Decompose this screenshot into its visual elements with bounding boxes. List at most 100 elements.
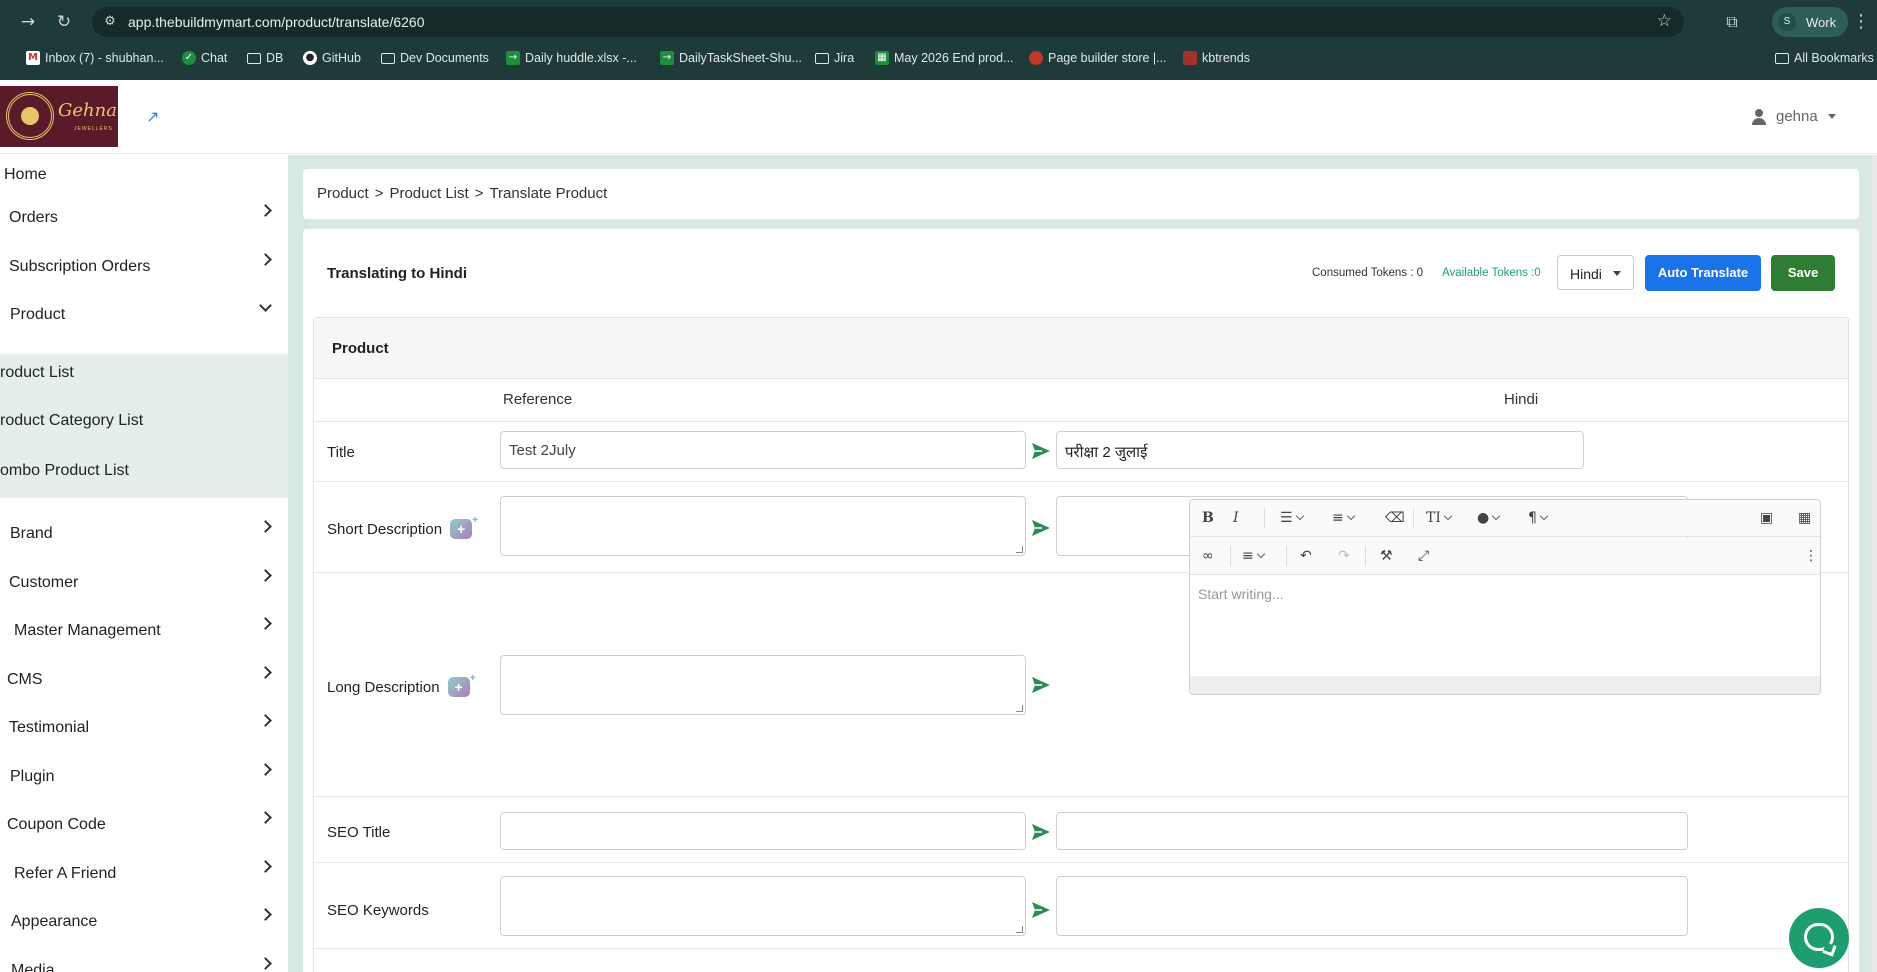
username: gehna	[1776, 108, 1818, 125]
send-icon[interactable]	[1031, 823, 1051, 841]
bookmark-db[interactable]: DB	[247, 49, 283, 67]
target-title-field[interactable]: परीक्षा 2 जुलाई	[1056, 431, 1584, 469]
site-settings-icon[interactable]: ⚙	[100, 12, 120, 32]
url-text[interactable]: app.thebuildmymart.com/product/translate…	[128, 14, 425, 30]
sidebar-item-plugin[interactable]: Plugin	[0, 757, 288, 797]
external-link-icon[interactable]: ↗	[146, 107, 159, 126]
sidebar-item-home[interactable]: Home	[0, 155, 288, 195]
sidebar-item-product-list[interactable]: roduct List	[0, 354, 288, 402]
chevron-down-icon	[259, 299, 272, 312]
reference-long-description-field[interactable]	[500, 655, 1026, 715]
sidebar-item-brand[interactable]: Brand	[0, 514, 288, 554]
reload-icon[interactable]: ↻	[52, 10, 76, 34]
bold-icon[interactable]: B	[1202, 508, 1214, 528]
row-label-text: Long Description	[327, 678, 440, 696]
send-icon[interactable]	[1031, 519, 1051, 537]
row-label-text: SEO Keywords	[327, 902, 429, 919]
chevron-right-icon	[259, 204, 272, 217]
bookmark-chat[interactable]: ✓ Chat	[182, 49, 227, 67]
send-icon[interactable]	[1031, 442, 1051, 460]
chevron-right-icon	[259, 860, 272, 873]
sidebar-item-combo-product-list[interactable]: ombo Product List	[0, 450, 288, 498]
bookmark-inbox[interactable]: M Inbox (7) - shubhan...	[26, 49, 164, 67]
font-size-icon[interactable]: TI	[1426, 508, 1453, 528]
numbered-list-icon[interactable]: ≡	[1332, 508, 1355, 528]
table-icon[interactable]: ▦	[1798, 508, 1811, 528]
bookmark-kbtrends[interactable]: kbtrends	[1183, 49, 1250, 67]
fullscreen-icon[interactable]: ⤢	[1418, 546, 1429, 566]
bookmark-daily-huddle[interactable]: → Daily huddle.xlsx -...	[506, 49, 637, 67]
browser-menu-icon[interactable]: ⋮	[1852, 10, 1870, 34]
align-icon[interactable]: ≡	[1242, 546, 1265, 566]
page-scrollbar[interactable]	[1872, 155, 1877, 972]
paragraph-icon[interactable]: ¶	[1528, 508, 1549, 528]
sidebar-item-label: roduct List	[0, 364, 74, 381]
undo-icon[interactable]: ↶	[1300, 546, 1312, 566]
breadcrumb-product[interactable]: Product	[317, 185, 369, 202]
bullet-list-icon[interactable]: ☰	[1280, 508, 1304, 528]
bookmark-dev-documents[interactable]: Dev Documents	[381, 49, 489, 67]
italic-icon[interactable]: I	[1233, 508, 1239, 528]
forward-icon[interactable]: →	[16, 10, 40, 34]
bookmark-label: All Bookmarks	[1794, 51, 1874, 65]
sidebar-item-testimonial[interactable]: Testimonial	[0, 708, 288, 748]
extensions-icon[interactable]: ⧉	[1720, 10, 1744, 34]
bookmark-may-2026[interactable]: ▦ May 2026 End prod...	[875, 49, 1014, 67]
profile-button[interactable]: S Work	[1772, 7, 1848, 37]
row-label-short-description: Short Description +	[327, 511, 478, 539]
sidebar-item-orders[interactable]: Orders	[0, 198, 288, 238]
sheets-icon: ▦	[875, 51, 889, 65]
toolbar-separator	[1365, 546, 1366, 566]
sidebar-item-cms[interactable]: CMS	[0, 660, 288, 700]
sidebar-item-coupon-code[interactable]: Coupon Code	[0, 805, 288, 845]
text-color-icon[interactable]: ●	[1477, 508, 1501, 528]
send-icon[interactable]	[1031, 676, 1051, 694]
sidebar-item-refer-a-friend[interactable]: Refer A Friend	[0, 854, 288, 894]
breadcrumb-product-list[interactable]: Product List	[389, 185, 468, 202]
omnibox[interactable]: ⚙ app.thebuildmymart.com/product/transla…	[92, 7, 1684, 37]
row-label-long-description: Long Description +	[327, 669, 476, 697]
sidebar-item-product[interactable]: Product	[0, 295, 288, 335]
format-painter-icon[interactable]: ⚒	[1380, 546, 1393, 566]
bookmark-github[interactable]: ● GitHub	[303, 49, 361, 67]
field-value: Test 2July	[509, 442, 576, 459]
github-icon: ●	[303, 51, 317, 65]
sidebar-item-master-management[interactable]: Master Management	[0, 611, 288, 651]
link-icon[interactable]: ∞	[1202, 546, 1214, 566]
ai-generate-icon[interactable]: +	[450, 511, 478, 539]
user-menu[interactable]: gehna	[1752, 108, 1836, 125]
sidebar-item-customer[interactable]: Customer	[0, 563, 288, 603]
sidebar-item-appearance[interactable]: Appearance	[0, 902, 288, 942]
auto-translate-button[interactable]: Auto Translate	[1645, 255, 1761, 291]
avatar-icon	[1029, 51, 1043, 65]
target-seo-keywords-field[interactable]	[1056, 876, 1688, 936]
save-button[interactable]: Save	[1771, 255, 1835, 291]
sidebar-item-label: Home	[4, 166, 47, 183]
image-icon[interactable]: ▣	[1760, 508, 1773, 528]
language-select[interactable]: Hindi	[1557, 255, 1634, 290]
sidebar-item-product-category-list[interactable]: roduct Category List	[0, 402, 288, 450]
sidebar-item-label: Coupon Code	[7, 816, 106, 833]
reference-seo-title-field[interactable]	[500, 812, 1026, 850]
bookmark-daily-task-sheet[interactable]: → DailyTaskSheet-Shu...	[660, 49, 802, 67]
brand-logo[interactable]: Gehna JEWELLERS	[0, 86, 118, 147]
editor-body[interactable]: Start writing...	[1190, 576, 1820, 676]
bookmark-page-builder[interactable]: Page builder store |...	[1029, 49, 1167, 67]
redo-icon[interactable]: ↷	[1338, 546, 1350, 566]
all-bookmarks[interactable]: All Bookmarks	[1775, 49, 1874, 67]
more-options-icon[interactable]: ⋮	[1804, 546, 1818, 566]
editor-toolbar-row-1: B I ☰ ≡ ⌫ TI ● ¶ ▣ ▦	[1190, 500, 1820, 537]
target-seo-title-field[interactable]	[1056, 812, 1688, 850]
eraser-icon[interactable]: ⌫	[1385, 508, 1405, 528]
ai-generate-icon[interactable]: +	[447, 669, 476, 697]
chat-widget-button[interactable]	[1789, 908, 1849, 968]
bookmark-star-icon[interactable]: ☆	[1657, 11, 1672, 31]
bookmark-jira[interactable]: Jira	[815, 49, 854, 67]
sidebar-item-subscription-orders[interactable]: Subscription Orders	[0, 247, 288, 287]
chevron-right-icon	[259, 617, 272, 630]
send-icon[interactable]	[1031, 901, 1051, 919]
reference-seo-keywords-field[interactable]	[500, 876, 1026, 936]
reference-title-field[interactable]: Test 2July	[500, 431, 1026, 469]
sidebar-item-media[interactable]: Media	[0, 951, 288, 972]
reference-short-description-field[interactable]	[500, 496, 1026, 556]
